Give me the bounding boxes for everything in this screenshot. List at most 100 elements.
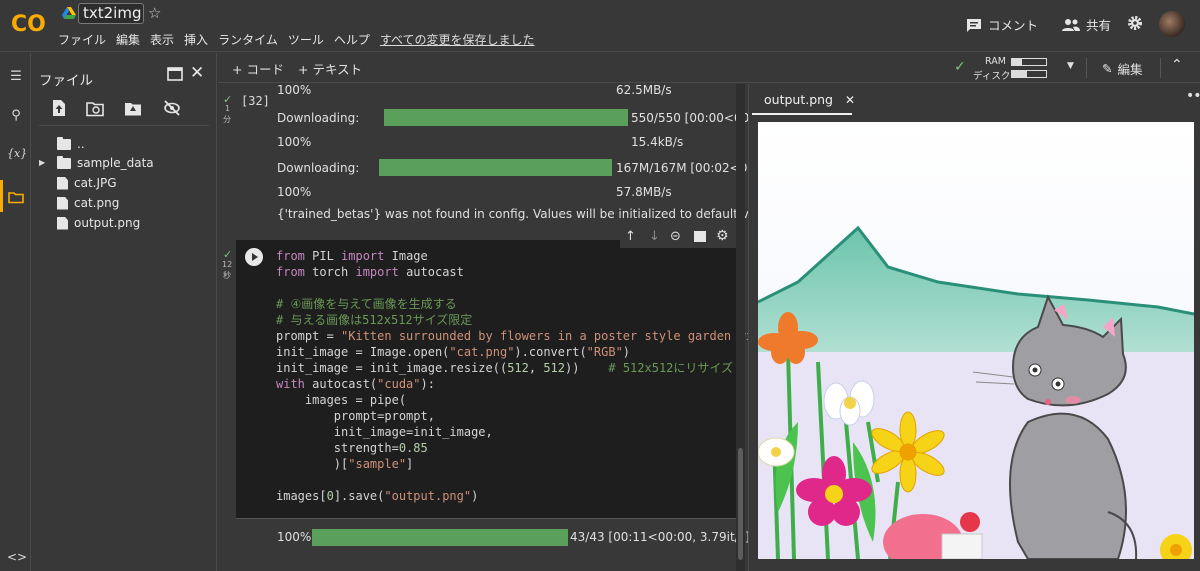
file-item-sample-data[interactable]: sample_data [57,154,154,172]
disk-meter [1011,70,1047,78]
progress-stats: 43/43 [00:11<00:00, 3.79it/s] [570,530,750,544]
menu-tools[interactable]: ツール [288,31,324,48]
output-line: 550/550 [00:00<00 [631,111,750,125]
move-down-icon[interactable]: ↓ [649,229,660,244]
check-icon: ✓ [954,59,966,75]
collapse-header-icon[interactable]: ⌃ [1171,57,1183,73]
people-icon [1062,18,1080,31]
avatar[interactable] [1159,11,1185,37]
file-item-label: sample_data [77,156,154,170]
output-line: 100% [277,135,312,149]
colab-logo[interactable]: CO [10,8,48,38]
menu-file[interactable]: ファイル [58,31,106,48]
code-snippets-icon[interactable]: <> [7,550,27,568]
output-warning: {'trained_betas'} was not found in confi… [277,207,768,221]
comment-icon[interactable] [694,231,706,242]
refresh-folder-icon[interactable] [86,99,104,117]
menu-view[interactable]: 表示 [150,31,174,48]
search-icon[interactable]: ⚲ [7,108,25,126]
disk-label: ディスク [973,71,1011,82]
cell-toolbar: ↑ ↓ ⊝ ⚙ [620,228,738,248]
notebook-title-input[interactable]: txt2img [78,3,144,24]
ram-meter [1011,58,1047,66]
file-item-cat-jpg[interactable]: cat.JPG [57,174,117,192]
exec-count: [32] [241,94,270,108]
hide-eye-icon[interactable] [163,99,181,117]
comment-button[interactable]: コメント [966,15,1038,34]
share-label: 共有 [1086,18,1112,33]
toc-icon[interactable]: ☰ [7,69,25,87]
add-code-button[interactable]: + コード [232,59,284,78]
edit-label: 編集 [1117,62,1143,77]
variables-icon[interactable]: {x} [7,147,27,165]
drive-icon[interactable] [62,7,76,19]
link-icon[interactable]: ⊝ [670,229,681,244]
folder-icon[interactable] [7,188,25,206]
more-options-icon[interactable]: ••• [1186,88,1200,104]
progress-bar [312,529,568,546]
progress-bar [379,159,612,176]
exec-time-unit: 秒 [223,271,231,280]
add-text-button[interactable]: + テキスト [298,59,362,78]
upload-icon[interactable] [50,99,68,117]
app-header: CO txt2img ☆ ファイル 編集 表示 挿入 ランタイム ツール ヘルプ… [0,0,1200,52]
tab-label: output.png [764,92,833,107]
file-item-label: output.png [74,216,141,230]
output-image [758,122,1194,559]
notebook-toolbar: + コード + テキスト ✓ RAM ディスク ▼ ✎ 編集 ⌃ [218,53,1200,83]
scrollbar-thumb[interactable] [738,448,743,560]
file-item-parent[interactable]: .. [57,135,85,153]
tab-output-png[interactable]: output.png ✕ [764,92,855,107]
run-cell-button[interactable] [245,248,263,266]
close-icon[interactable]: ✕ [190,63,204,83]
output-line: 62.5MB/s [616,83,672,97]
active-rail-indicator [0,180,3,212]
file-item-label: cat.png [74,196,120,210]
edit-button[interactable]: ✎ 編集 [1102,59,1143,78]
move-up-icon[interactable]: ↑ [625,229,636,244]
gear-icon[interactable] [1127,15,1143,31]
expand-arrow-icon[interactable]: ▶ [39,158,45,167]
cell-output: 100% 43/43 [00:11<00:00, 3.79it/s] [236,518,750,558]
menu-runtime[interactable]: ランタイム [218,31,278,48]
menu-edit[interactable]: 編集 [116,31,140,48]
generated-cat-image [758,122,1194,559]
exec-time-unit: 分 [223,115,231,124]
output-line: 100% [277,83,312,97]
file-item-output-png[interactable]: output.png [57,214,140,232]
menu-insert[interactable]: 挿入 [184,31,208,48]
share-button[interactable]: 共有 [1062,15,1111,34]
files-panel: ファイル ✕ .. ▶ sample_data cat.JPG cat.png … [31,53,217,571]
output-line: Downloading: [277,161,360,175]
resource-monitor[interactable]: RAM ディスク ▼ [973,55,1083,82]
menu-help[interactable]: ヘルプ [334,31,370,48]
chevron-down-icon[interactable]: ▼ [1067,61,1074,71]
divider [1160,58,1161,78]
divider [1086,58,1087,78]
save-status-link[interactable]: すべての変更を保存しました [380,31,535,48]
gear-icon[interactable]: ⚙ [716,228,729,244]
file-item-label: cat.JPG [74,176,117,190]
exec-time: 12 [222,260,233,269]
open-in-window-icon[interactable] [167,67,183,81]
output-line: 57.8MB/s [616,185,672,199]
mount-drive-icon[interactable] [124,99,142,117]
svg-text:CO: CO [11,12,46,37]
folder-icon [57,155,71,169]
output-line: 100% [277,185,312,199]
folder-up-icon [57,136,71,150]
code-editor[interactable]: from PIL import Image from torch import … [276,248,803,504]
file-icon [57,196,68,210]
comment-icon [967,18,981,32]
pencil-icon: ✎ [1102,61,1113,76]
output-line: Downloading: [277,111,360,125]
file-item-cat-png[interactable]: cat.png [57,194,119,212]
divider [39,125,209,126]
files-panel-title: ファイル [39,73,93,89]
output-line: 15.4kB/s [631,135,684,149]
file-icon [57,216,68,230]
close-icon[interactable]: ✕ [845,93,855,107]
star-icon[interactable]: ☆ [148,4,161,22]
left-rail: ☰ ⚲ {x} <> [0,53,31,571]
output-line: 167M/167M [00:02<0 [616,161,748,175]
